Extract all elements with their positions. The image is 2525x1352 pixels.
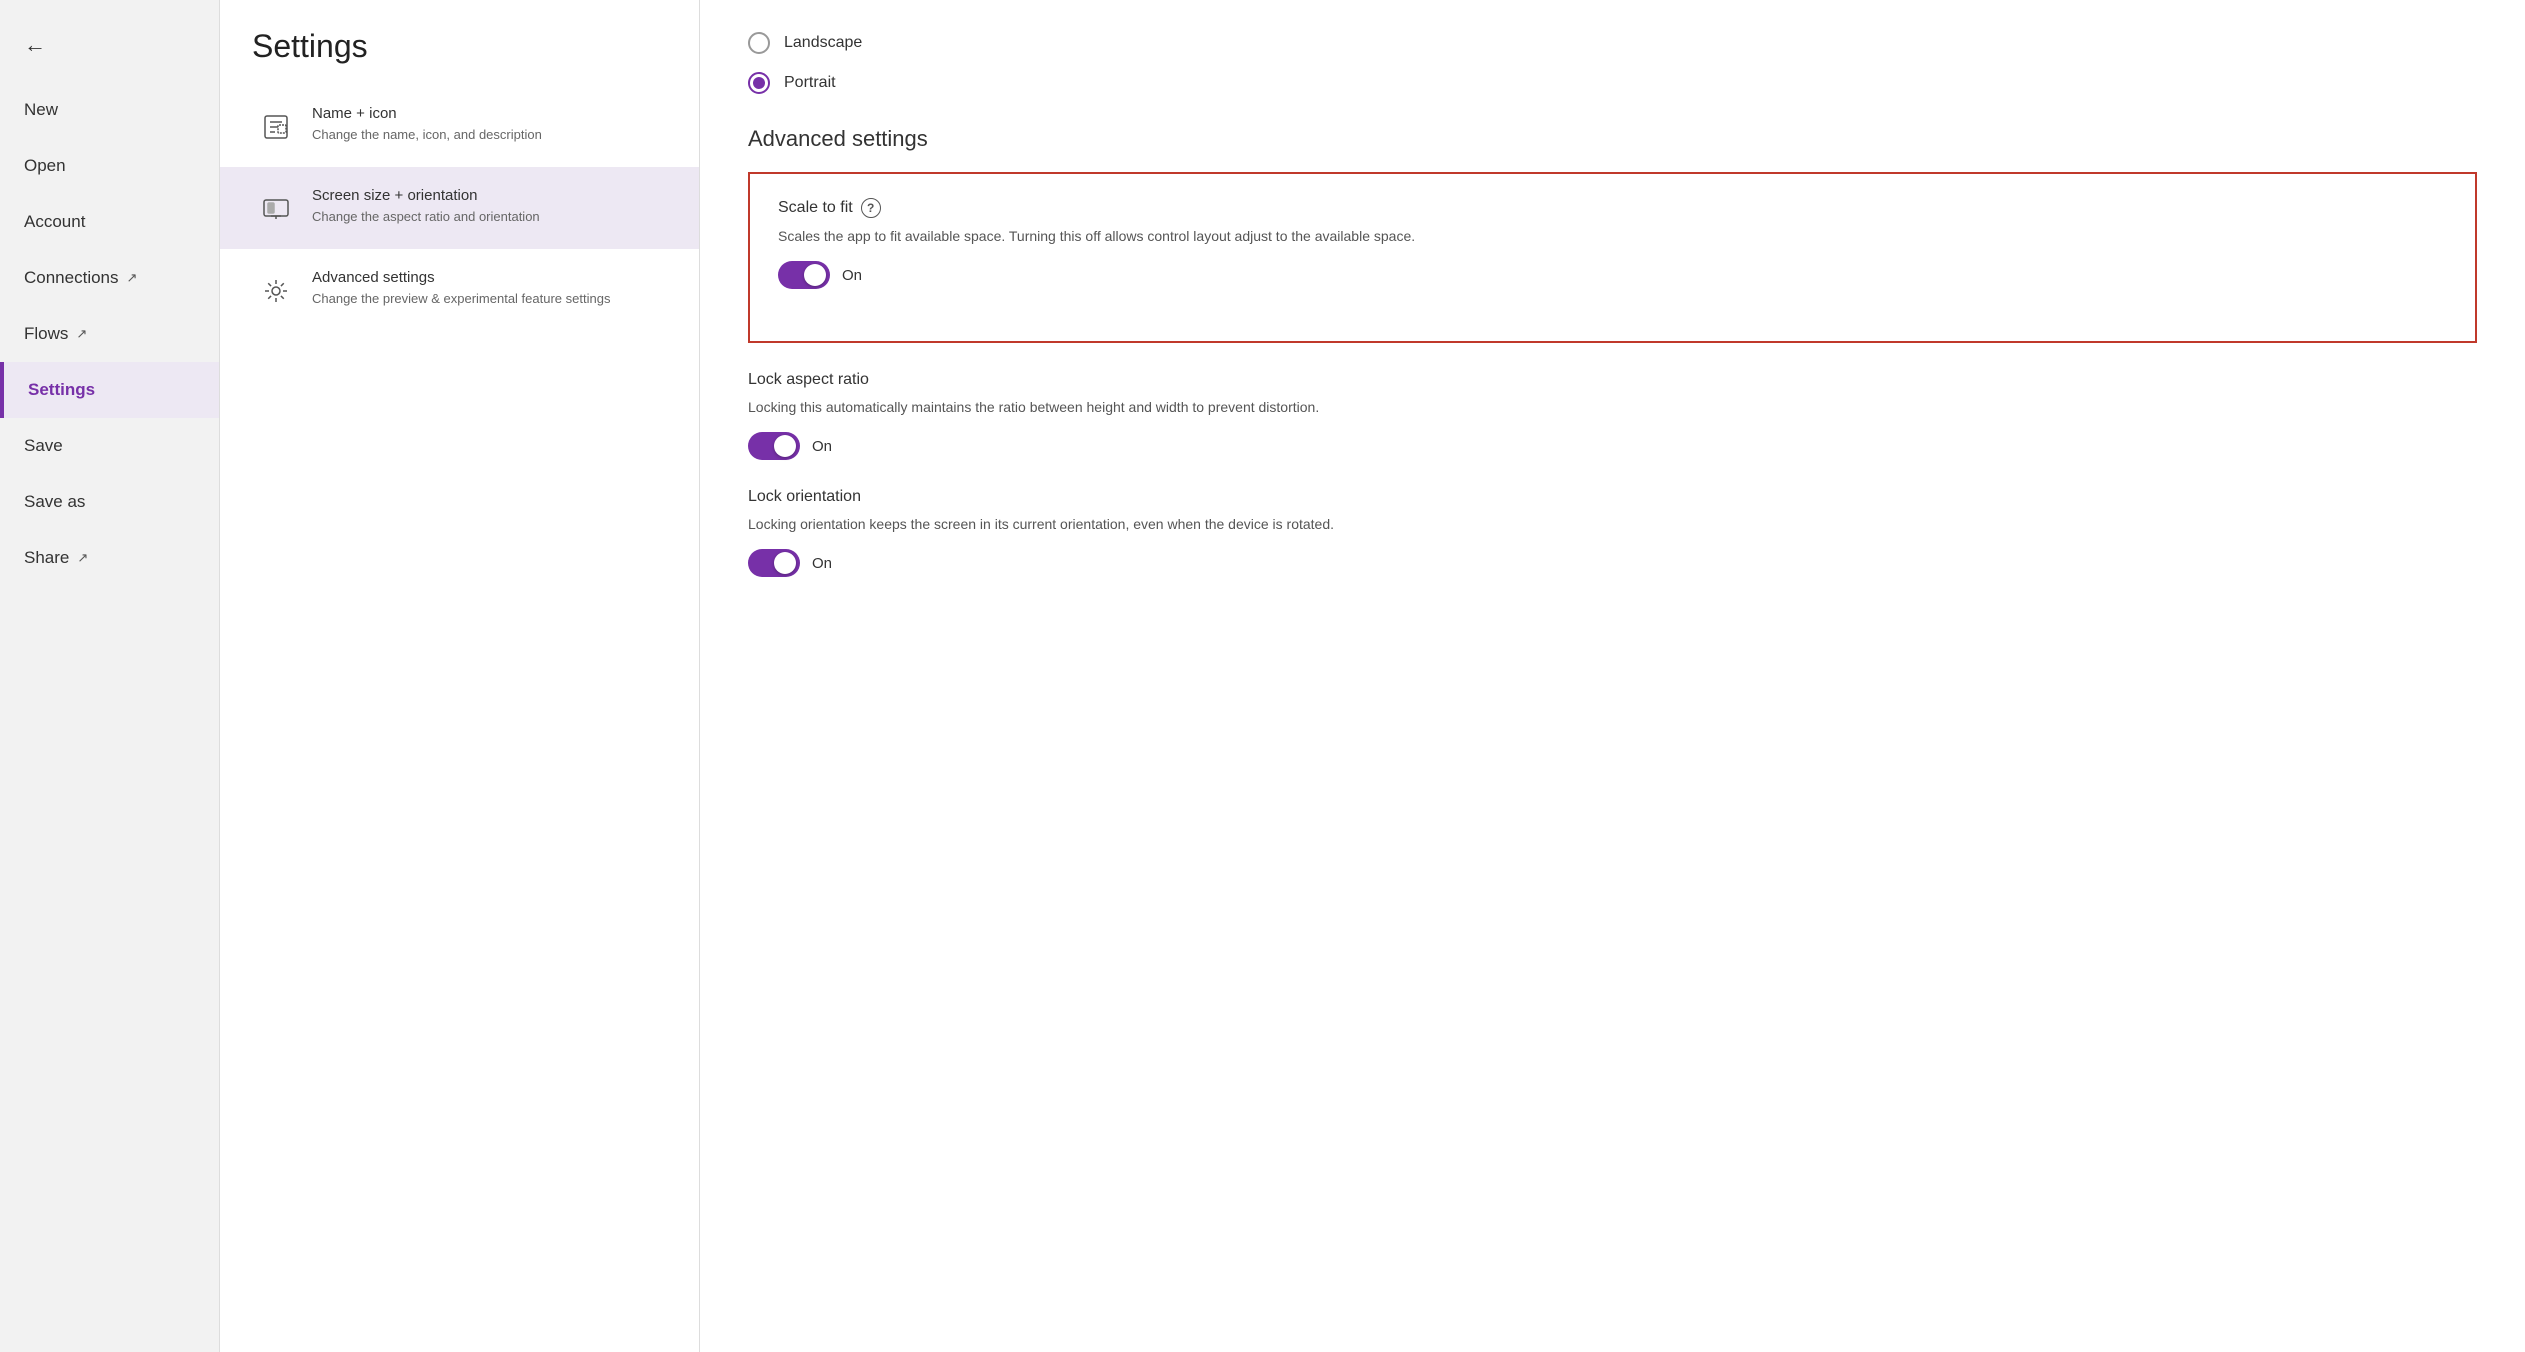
sidebar-item-flows[interactable]: Flows ↗ [0, 306, 219, 362]
sidebar-item-new[interactable]: New [0, 82, 219, 138]
advanced-desc: Change the preview & experimental featur… [312, 290, 667, 308]
scale-to-fit-help-icon[interactable]: ? [861, 198, 881, 218]
page-title: Settings [220, 0, 699, 85]
name-icon-title: Name + icon [312, 105, 667, 122]
lock-aspect-ratio-title: Lock aspect ratio [748, 371, 869, 389]
scale-to-fit-desc: Scales the app to fit available space. T… [778, 226, 2447, 247]
settings-menu-panel: Settings Name + icon Change the name, ic… [220, 0, 700, 1352]
advanced-title: Advanced settings [312, 269, 667, 286]
external-link-icon: ↗ [127, 270, 138, 286]
external-link-icon: ↗ [76, 326, 87, 342]
sidebar: ← New Open Account Connections ↗ Flows ↗… [0, 0, 220, 1352]
scale-to-fit-box: Scale to fit ? Scales the app to fit ava… [748, 172, 2477, 343]
name-icon-desc: Change the name, icon, and description [312, 126, 667, 144]
right-panel: Landscape Portrait Advanced settings Sca… [700, 0, 2525, 1352]
lock-aspect-ratio-toggle[interactable] [748, 432, 800, 460]
portrait-radio[interactable]: Portrait [748, 72, 2477, 94]
landscape-radio-circle [748, 32, 770, 54]
settings-menu-item-name-icon[interactable]: Name + icon Change the name, icon, and d… [220, 85, 699, 167]
lock-orientation-title: Lock orientation [748, 488, 861, 506]
settings-menu-item-screen-size[interactable]: Screen size + orientation Change the asp… [220, 167, 699, 249]
screen-size-desc: Change the aspect ratio and orientation [312, 208, 667, 226]
settings-menu-item-advanced[interactable]: Advanced settings Change the preview & e… [220, 249, 699, 331]
sidebar-item-account[interactable]: Account [0, 194, 219, 250]
scale-to-fit-row: Scale to fit ? Scales the app to fit ava… [778, 198, 2447, 289]
name-icon-icon [256, 107, 296, 147]
screen-size-title: Screen size + orientation [312, 187, 667, 204]
lock-orientation-row: Lock orientation Locking orientation kee… [748, 488, 2477, 577]
landscape-radio[interactable]: Landscape [748, 32, 2477, 54]
external-link-icon: ↗ [77, 550, 88, 566]
advanced-settings-icon [256, 271, 296, 311]
back-button[interactable]: ← [0, 16, 219, 82]
scale-to-fit-toggle[interactable] [778, 261, 830, 289]
sidebar-item-settings[interactable]: Settings [0, 362, 219, 418]
lock-orientation-desc: Locking orientation keeps the screen in … [748, 514, 2477, 535]
lock-aspect-ratio-row: Lock aspect ratio Locking this automatic… [748, 371, 2477, 460]
sidebar-item-save[interactable]: Save [0, 418, 219, 474]
portrait-radio-circle [748, 72, 770, 94]
sidebar-item-connections[interactable]: Connections ↗ [0, 250, 219, 306]
scale-to-fit-title: Scale to fit [778, 199, 853, 217]
sidebar-item-share[interactable]: Share ↗ [0, 530, 219, 586]
sidebar-item-save-as[interactable]: Save as [0, 474, 219, 530]
lock-orientation-toggle-label: On [812, 555, 832, 572]
orientation-group: Landscape Portrait [748, 32, 2477, 94]
lock-aspect-ratio-desc: Locking this automatically maintains the… [748, 397, 2477, 418]
landscape-label: Landscape [784, 34, 862, 52]
portrait-label: Portrait [784, 74, 836, 92]
advanced-settings-section-title: Advanced settings [748, 126, 2477, 152]
lock-aspect-ratio-toggle-label: On [812, 438, 832, 455]
lock-orientation-toggle[interactable] [748, 549, 800, 577]
sidebar-item-open[interactable]: Open [0, 138, 219, 194]
scale-to-fit-toggle-label: On [842, 267, 862, 284]
screen-size-icon [256, 189, 296, 229]
